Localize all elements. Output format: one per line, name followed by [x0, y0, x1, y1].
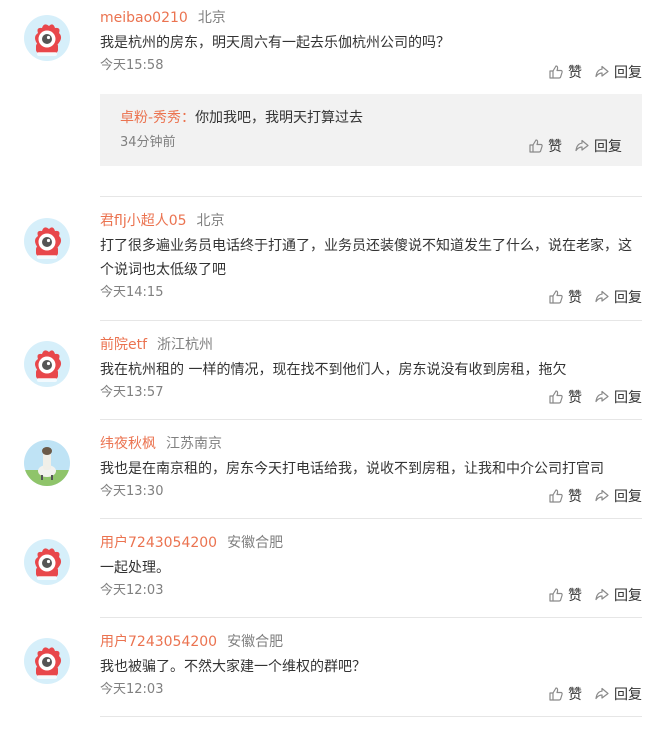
avatar[interactable]: [24, 440, 70, 486]
divider: [100, 716, 642, 717]
user-location: 安徽合肥: [227, 535, 284, 551]
comment-meta: 纬夜秋枫 江苏南京: [100, 434, 642, 454]
like-button[interactable]: 赞: [548, 62, 582, 82]
username-link[interactable]: 纬夜秋枫: [100, 436, 156, 452]
comment-meta: 君flj小超人05 北京: [100, 211, 642, 231]
weibo-default-avatar-icon: [24, 15, 70, 61]
reply-button[interactable]: 回复: [594, 486, 642, 506]
user-location: 江苏南京: [166, 436, 222, 452]
thumbs-up-icon: [548, 488, 564, 504]
like-button[interactable]: 赞: [548, 387, 582, 407]
comment-item: 君flj小超人05 北京 打了很多遍业务员电话终于打通了，业务员还装傻说不知道发生…: [0, 198, 672, 320]
reply-button[interactable]: 回复: [574, 136, 622, 156]
thumbs-up-icon: [548, 289, 564, 305]
reply-label: 回复: [614, 489, 642, 505]
comment-actions: 赞 回复: [548, 62, 642, 82]
avatar[interactable]: [24, 341, 70, 387]
comment-item: 纬夜秋枫 江苏南京 我也是在南京租的，房东今天打电话给我，说收不到房租，让我和中介…: [0, 420, 672, 518]
thumbs-up-icon: [548, 686, 564, 702]
reply-label: 回复: [594, 139, 622, 155]
like-button[interactable]: 赞: [528, 136, 562, 156]
reply-label: 回复: [614, 290, 642, 306]
like-label: 赞: [568, 588, 582, 604]
reply-arrow-icon: [574, 138, 590, 154]
reply-button[interactable]: 回复: [594, 387, 642, 407]
reply-arrow-icon: [594, 686, 610, 702]
comment-item: 用户7243054200 安徽合肥 我也被骗了。不然大家建一个维权的群吧？ 今天1…: [0, 618, 672, 716]
username-link[interactable]: 用户7243054200: [100, 535, 217, 551]
reply-button[interactable]: 回复: [594, 287, 642, 307]
reply-arrow-icon: [594, 289, 610, 305]
thumbs-up-icon: [548, 64, 564, 80]
user-location: 北京: [196, 213, 225, 229]
weibo-default-avatar-icon: [24, 218, 70, 264]
comment-actions: 赞 回复: [548, 287, 642, 307]
weibo-default-avatar-icon: [24, 341, 70, 387]
reply-arrow-icon: [594, 64, 610, 80]
reply-label: 回复: [614, 65, 642, 81]
like-label: 赞: [568, 65, 582, 81]
like-label: 赞: [568, 390, 582, 406]
like-button[interactable]: 赞: [548, 684, 582, 704]
reply-time: 34分钟前: [120, 135, 176, 150]
thumbs-up-icon: [528, 138, 544, 154]
like-label: 赞: [568, 687, 582, 703]
reply-label: 回复: [614, 390, 642, 406]
user-location: 安徽合肥: [227, 634, 284, 650]
like-label: 赞: [548, 139, 562, 155]
comment-actions: 赞 回复: [548, 486, 642, 506]
like-button[interactable]: 赞: [548, 287, 582, 307]
weibo-default-avatar-icon: [24, 539, 70, 585]
username-link[interactable]: 君flj小超人05: [100, 213, 187, 229]
user-location: 北京: [197, 10, 226, 26]
avatar[interactable]: [24, 15, 70, 61]
sheep-photo-avatar-icon: [24, 440, 70, 486]
comment-text: 我是杭州的房东，明天周六有一起去乐伽杭州公司的吗？: [100, 35, 450, 51]
reply-arrow-icon: [594, 488, 610, 504]
comment-actions: 赞 回复: [548, 585, 642, 605]
reply-actions: 赞 回复: [528, 136, 622, 156]
reply-text: 你加我吧，我明天打算过去: [195, 110, 364, 126]
avatar[interactable]: [24, 638, 70, 684]
username-link[interactable]: 用户7243054200: [100, 634, 217, 650]
comment-meta: meibao0210 北京: [100, 8, 642, 28]
comment-text: 打了很多遍业务员电话终于打通了，业务员还装傻说不知道发生了什么，说在老家，这个说…: [100, 238, 632, 278]
reply-meta: 卓粉-秀秀：你加我吧，我明天打算过去: [120, 108, 363, 128]
username-link[interactable]: meibao0210: [100, 10, 188, 26]
like-label: 赞: [568, 290, 582, 306]
reply-arrow-icon: [594, 587, 610, 603]
divider: [100, 196, 642, 197]
comment-text: 一起处理。: [100, 560, 170, 576]
username-link[interactable]: 前院etf: [100, 337, 147, 353]
reply-button[interactable]: 回复: [594, 684, 642, 704]
comment-list: meibao0210 北京 我是杭州的房东，明天周六有一起去乐伽杭州公司的吗？ 今…: [0, 0, 672, 729]
reply-username-link[interactable]: 卓粉-秀秀：: [120, 110, 195, 126]
reply-label: 回复: [614, 687, 642, 703]
user-location: 浙江杭州: [157, 337, 214, 353]
avatar[interactable]: [24, 218, 70, 264]
comment-meta: 用户7243054200 安徽合肥: [100, 632, 642, 652]
comment-actions: 赞 回复: [548, 684, 642, 704]
comment-text: 我在杭州租的 一样的情况，现在找不到他们人，房东说没有收到房租，拖欠: [100, 362, 567, 378]
reply-label: 回复: [614, 588, 642, 604]
comment-meta: 前院etf 浙江杭州: [100, 335, 642, 355]
like-button[interactable]: 赞: [548, 486, 582, 506]
avatar[interactable]: [24, 539, 70, 585]
comment-item: 用户7243054200 安徽合肥 一起处理。 今天12:03 赞 回复: [0, 519, 672, 617]
thumbs-up-icon: [548, 587, 564, 603]
reply-button[interactable]: 回复: [594, 62, 642, 82]
comment-item: meibao0210 北京 我是杭州的房东，明天周六有一起去乐伽杭州公司的吗？ 今…: [0, 0, 672, 200]
comment-item: 前院etf 浙江杭州 我在杭州租的 一样的情况，现在找不到他们人，房东说没有收到房…: [0, 321, 672, 419]
reply-arrow-icon: [594, 389, 610, 405]
like-label: 赞: [568, 489, 582, 505]
thumbs-up-icon: [548, 389, 564, 405]
weibo-default-avatar-icon: [24, 638, 70, 684]
comment-meta: 用户7243054200 安徽合肥: [100, 533, 642, 553]
comment-actions: 赞 回复: [548, 387, 642, 407]
comment-text: 我也是在南京租的，房东今天打电话给我，说收不到房租，让我和中介公司打官司: [100, 461, 604, 477]
comment-text: 我也被骗了。不然大家建一个维权的群吧？: [100, 659, 366, 675]
nested-reply: 卓粉-秀秀：你加我吧，我明天打算过去 34分钟前 赞 回复: [100, 94, 642, 166]
reply-button[interactable]: 回复: [594, 585, 642, 605]
like-button[interactable]: 赞: [548, 585, 582, 605]
